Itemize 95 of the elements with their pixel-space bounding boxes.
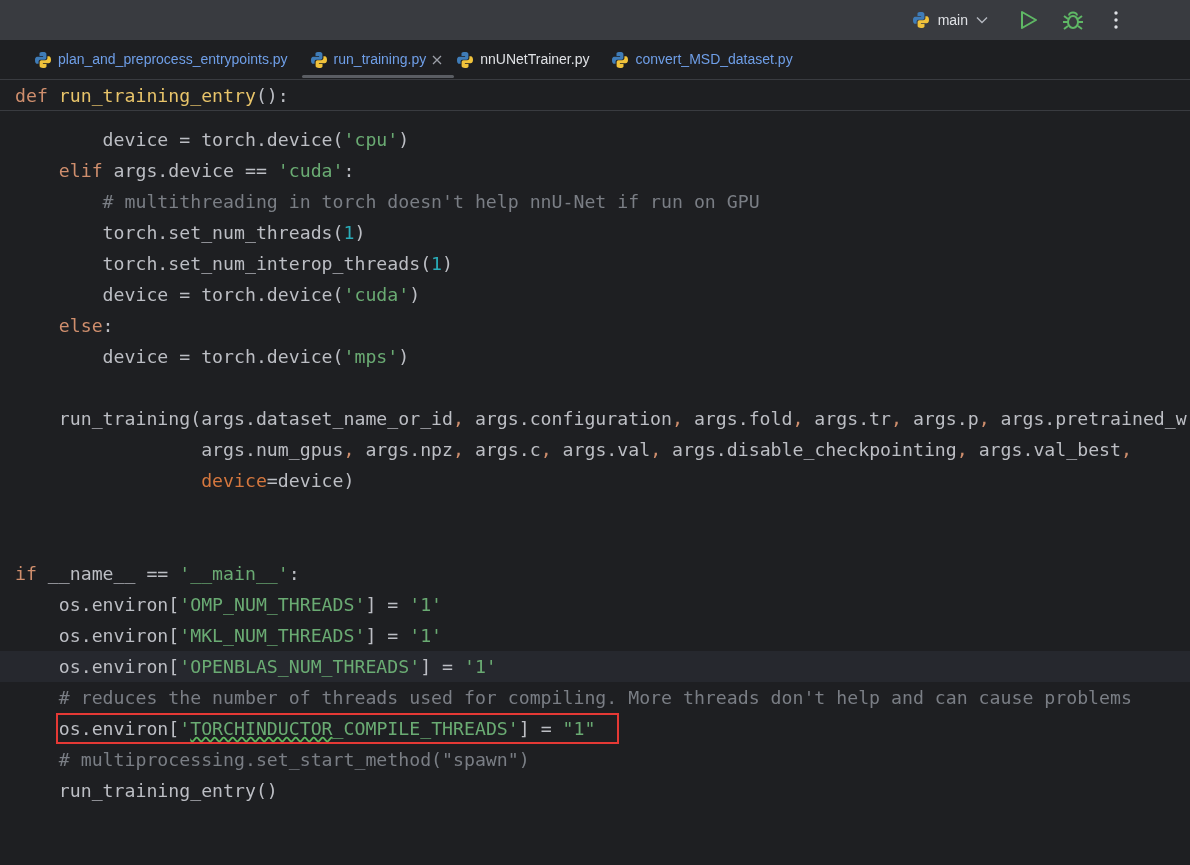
code-token: 'cuda': [277, 160, 344, 181]
code-token: 'cpu': [343, 129, 399, 150]
code-token: 1: [343, 222, 355, 243]
code-token: ,: [891, 408, 902, 429]
code-token: :: [343, 160, 355, 181]
code-token: args.disable_checkpointing: [671, 439, 957, 460]
code-token: # multiprocessing.set_start_method("spawn"): [57, 749, 530, 770]
code-token: args.fold: [692, 408, 793, 429]
code-token: args.c: [473, 439, 541, 460]
code-token: args.num_gpus: [200, 439, 344, 460]
python-icon: [911, 11, 930, 29]
code-token: ,: [343, 439, 355, 460]
python-icon: [456, 50, 475, 69]
play-icon: [1020, 10, 1038, 30]
code-token: '__main__': [179, 563, 289, 584]
editor-tab[interactable]: convert_MSD_dataset.py: [607, 40, 811, 79]
code-token: args.val: [561, 439, 651, 460]
code-token: run_training_entry(): [57, 780, 278, 801]
code-token: ] =: [420, 656, 454, 677]
code-token: elif: [57, 160, 103, 181]
code-token: :: [102, 315, 114, 336]
tab-label: plan_and_preprocess_entrypoints.py: [58, 50, 288, 69]
code-token: __name__ ==: [46, 563, 170, 584]
run-button[interactable]: [1020, 10, 1038, 30]
code-token: ,: [650, 439, 662, 460]
code-token: ): [398, 346, 410, 367]
code-token: '1': [409, 594, 443, 615]
code-token: ): [398, 129, 410, 150]
code-token: device = torch.device(: [101, 346, 344, 367]
code-token: args.tr: [813, 408, 891, 429]
code-token: args.npz: [364, 439, 453, 460]
code-token: "1": [562, 718, 596, 739]
tab-label: convert_MSD_dataset.py: [635, 50, 793, 69]
editor-tab[interactable]: run_training.py: [305, 40, 453, 79]
code-token: os.environ[: [57, 594, 180, 615]
code-token: os.environ[: [57, 656, 180, 677]
code-token: ): [354, 222, 366, 243]
code-token: ,: [956, 439, 968, 460]
close-icon[interactable]: [432, 54, 443, 65]
code-token: ,: [672, 408, 683, 429]
debug-button[interactable]: [1062, 9, 1084, 31]
code-token: ,: [453, 408, 464, 429]
code-token: ': [179, 718, 191, 739]
tab-label: run_training.py: [333, 50, 427, 69]
editor-tab[interactable]: nnUNetTrainer.py: [452, 40, 608, 79]
code-token: os.environ[: [57, 625, 180, 646]
code-token: 'mps': [343, 346, 399, 367]
code-token: 'MKL_NUM_THREADS': [179, 625, 366, 646]
code-token: ): [409, 284, 421, 305]
code-token: run_training(args.dataset_name_or_id: [57, 408, 453, 429]
code-token: # multithreading in torch doesn't help nnU-Net if run on GPU: [101, 191, 760, 212]
code-token: 'cuda': [343, 284, 410, 305]
code-token: # reduces the number of threads used for compiling. More threads don't help and can cause problems: [57, 687, 1132, 708]
code-token: device: [200, 470, 267, 491]
chevron-down-icon: [976, 16, 988, 24]
python-icon: [611, 50, 630, 69]
code-token: =device): [266, 470, 355, 491]
code-token: ,: [978, 408, 990, 429]
code-token: device = torch.device(: [101, 284, 344, 305]
code-token: ] =: [365, 625, 400, 646]
python-icon: [309, 50, 328, 69]
code-token: args.val_best: [977, 439, 1121, 460]
code-token: args.device ==: [112, 160, 268, 181]
tab-label: nnUNetTrainer.py: [480, 50, 590, 69]
code-token: ,: [792, 408, 804, 429]
code-token: '1': [463, 656, 497, 677]
kebab-menu-icon: [1114, 11, 1118, 29]
misspelled-word: TORCHINDUCTOR: [190, 718, 333, 739]
code-token: ): [442, 253, 453, 274]
code-token: args.pretrained_w: [999, 408, 1187, 429]
code-token: :: [288, 563, 300, 584]
code-token: device = torch.device(: [101, 129, 344, 150]
code-token: torch.set_num_threads(: [101, 222, 344, 243]
code-token: os.environ[: [58, 718, 180, 739]
editor-tab[interactable]: plan_and_preprocess_entrypoints.py: [30, 40, 306, 79]
code-token: ] =: [518, 718, 553, 739]
code-token: _COMPILE_THREADS': [332, 718, 519, 739]
code-token: ,: [453, 439, 464, 460]
run-config-dropdown[interactable]: main: [911, 9, 988, 31]
code-token: 1: [431, 253, 443, 274]
code-token: ] =: [365, 594, 400, 615]
code-token: ,: [540, 439, 552, 460]
code-token: 'OMP_NUM_THREADS': [179, 594, 366, 615]
code-token: torch.set_num_interop_threads(: [101, 253, 432, 274]
code-token: ,: [1121, 439, 1132, 460]
code-token: args.configuration: [473, 408, 672, 429]
more-button[interactable]: [1114, 11, 1118, 29]
code-token: if: [15, 563, 37, 584]
code-token: args.p: [911, 408, 979, 429]
sticky-header: def run_training_entry():: [0, 80, 1190, 111]
code-token: else: [57, 315, 103, 336]
python-icon: [34, 50, 52, 69]
code-token: 'OPENBLAS_NUM_THREADS': [179, 656, 421, 677]
code-token: '1': [409, 625, 443, 646]
bug-icon: [1062, 9, 1084, 31]
